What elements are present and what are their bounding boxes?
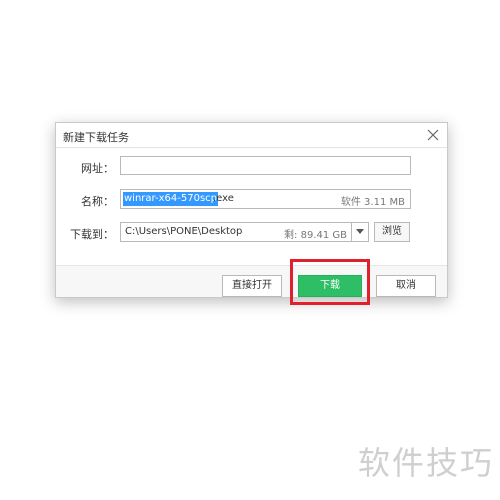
filename-selected-text: winrar-x64-570scp xyxy=(123,192,219,206)
new-download-dialog: 新建下载任务 网址： 名称： winrar-x64-570scp .exe 软件… xyxy=(55,122,448,298)
save-path-text: C:\Users\PONE\Desktop xyxy=(125,226,243,237)
chevron-down-icon xyxy=(356,229,364,234)
file-size-label: 软件 3.11 MB xyxy=(340,197,405,208)
browse-button[interactable]: 浏览 xyxy=(374,222,410,242)
dialog-titlebar: 新建下载任务 xyxy=(56,123,447,148)
save-to-label: 下载到： xyxy=(70,228,114,241)
open-directly-button[interactable]: 直接打开 xyxy=(222,275,282,297)
save-path-field[interactable]: C:\Users\PONE\Desktop 剩: 89.41 GB xyxy=(120,222,352,242)
url-label: 网址： xyxy=(81,162,114,175)
dialog-title: 新建下载任务 xyxy=(63,131,129,144)
filename-field[interactable]: winrar-x64-570scp .exe 软件 3.11 MB xyxy=(120,189,411,209)
cancel-button[interactable]: 取消 xyxy=(376,275,436,297)
dialog-footer: 直接打开 下载 取消 xyxy=(56,265,447,297)
close-button[interactable] xyxy=(423,125,443,145)
path-dropdown-button[interactable] xyxy=(351,222,369,242)
name-label: 名称： xyxy=(81,195,114,208)
url-input[interactable] xyxy=(120,156,411,175)
close-icon xyxy=(427,129,439,141)
filename-extension: .exe xyxy=(213,193,234,204)
free-space-label: 剩: 89.41 GB xyxy=(284,230,347,241)
watermark: 软件技巧 xyxy=(357,444,494,482)
download-highlight-box xyxy=(290,259,370,305)
